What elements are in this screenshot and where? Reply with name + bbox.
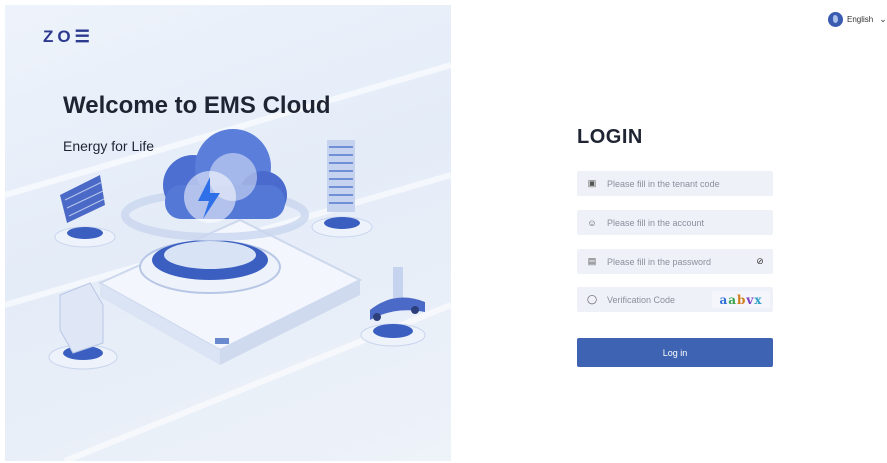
login-button[interactable]: Log in [577,338,773,367]
language-selector[interactable]: English ⌄ [828,12,887,27]
password-field[interactable]: ▤ Please fill in the password ⊘ [577,249,773,274]
eye-off-icon[interactable]: ⊘ [747,256,773,267]
captcha-image[interactable]: aabvx [712,291,770,308]
chevron-down-icon: ⌄ [879,14,887,24]
captcha-char: a [728,292,738,307]
tenant-code-input[interactable]: Please fill in the tenant code [607,179,773,189]
account-input[interactable]: Please fill in the account [607,218,773,228]
tenant-icon: ▣ [587,178,597,188]
password-input[interactable]: Please fill in the password [607,257,747,267]
hero-panel: ZO☰ Welcome to EMS Cloud Energy for Life [5,5,451,461]
lock-icon: ▤ [587,256,597,266]
verification-code-input[interactable]: Verification Code [607,295,712,305]
language-label: English [847,15,874,24]
verification-code-field[interactable]: ◯ Verification Code aabvx [577,287,773,312]
captcha-char: a [719,292,729,307]
tenant-code-field[interactable]: ▣ Please fill in the tenant code [577,171,773,196]
captcha-char: b [737,292,747,307]
brand-logo: ZO☰ [43,27,94,46]
hero-subtitle: Energy for Life [63,138,155,154]
captcha-char: x [754,292,763,307]
login-title: LOGIN [577,126,643,148]
energy-cloud-illustration [5,62,451,461]
shield-icon: ◯ [586,294,598,304]
user-icon: ☺ [587,217,597,228]
account-field[interactable]: ☺ Please fill in the account [577,210,773,235]
hero-title: Welcome to EMS Cloud [63,92,331,119]
globe-icon [828,12,843,27]
captcha-char: v [746,292,755,307]
